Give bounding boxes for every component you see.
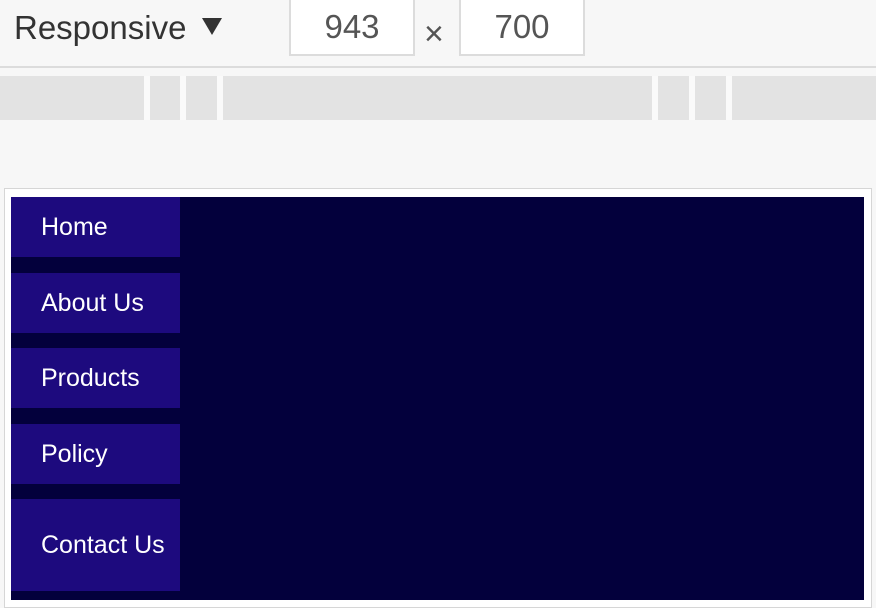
nav-item-label: Contact Us [41,530,165,559]
nav-item-label: About Us [41,288,144,317]
media-query-divider [180,76,186,120]
media-query-divider [217,76,223,120]
media-query-divider [144,76,150,120]
media-query-bar[interactable] [0,76,876,120]
device-mode-dropdown[interactable]: Responsive [14,8,223,48]
caret-down-icon [202,17,223,35]
nav-item-label: Policy [41,439,108,468]
device-mode-label: Responsive [14,9,187,46]
media-query-divider [689,76,695,120]
nav-item-policy[interactable]: Policy [11,424,180,484]
device-toolbar: Responsive × [0,0,876,68]
nav-item-about-us[interactable]: About Us [11,273,180,333]
media-query-divider [652,76,658,120]
times-icon: × [424,15,444,53]
viewport-width-input[interactable] [289,0,415,56]
viewport-height-input[interactable] [459,0,585,56]
media-query-divider [726,76,732,120]
nav-item-label: Home [41,212,108,241]
nav-item-home[interactable]: Home [11,197,180,257]
nav-item-label: Products [41,363,140,392]
page-viewport: Home About Us Products Policy Contact Us [11,197,864,600]
nav-item-contact-us[interactable]: Contact Us [11,499,180,591]
nav-item-products[interactable]: Products [11,348,180,408]
